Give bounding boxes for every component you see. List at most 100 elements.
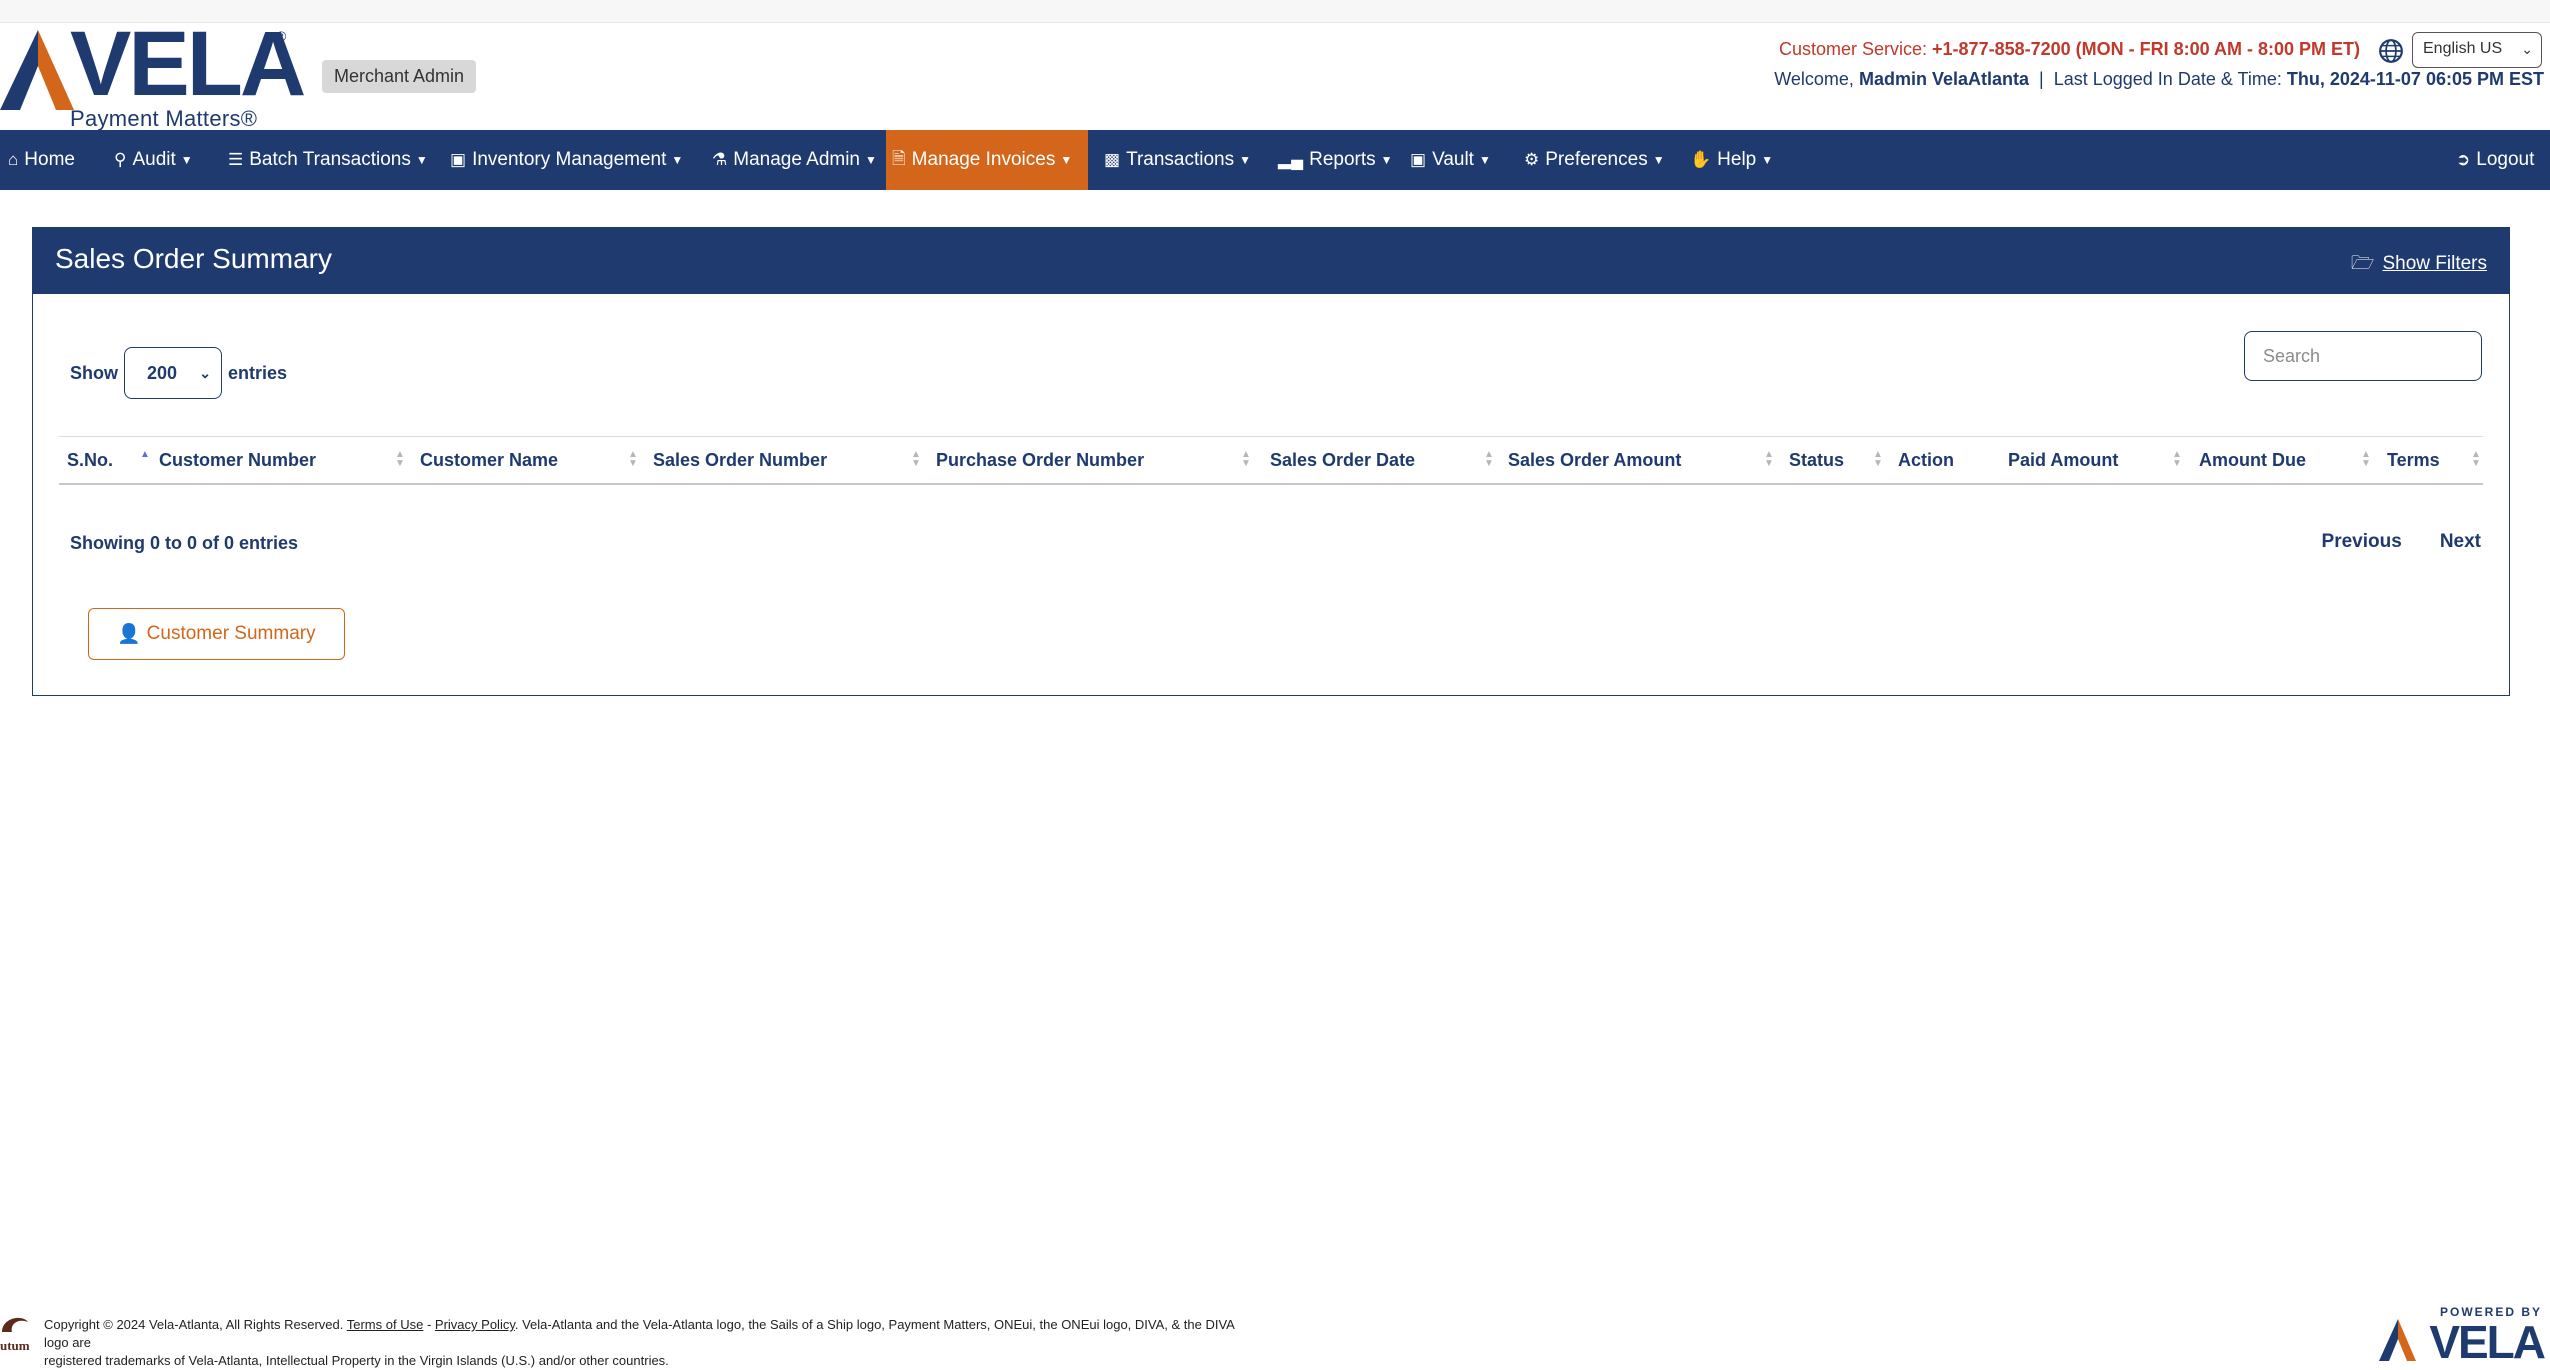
sort-icon: ▲ ▼ bbox=[1241, 449, 1251, 469]
caret-down-icon: ▼ bbox=[180, 153, 193, 167]
previous-button[interactable]: Previous bbox=[2322, 531, 2402, 553]
show-filters-link[interactable]: 🗁 Show Filters bbox=[2351, 249, 2487, 281]
caret-down-icon: ▼ bbox=[1478, 153, 1491, 167]
sort-icon: ▲ ▼ bbox=[911, 449, 921, 469]
sort-icon: ▲ ▼ bbox=[2361, 449, 2371, 469]
column-header-status[interactable]: Status ▲ ▼ bbox=[1789, 437, 1883, 483]
nav-item-audit[interactable]: ⚲ Audit ▼ bbox=[114, 130, 193, 190]
next-button[interactable]: Next bbox=[2440, 531, 2481, 553]
header-separator: | bbox=[2039, 69, 2044, 89]
column-header-label: Action bbox=[1898, 449, 1954, 470]
file-icon: 🗎 bbox=[892, 148, 906, 168]
customer-summary-label: Customer Summary bbox=[146, 623, 316, 644]
nav-item-inventory-management[interactable]: ▣ Inventory Management ▼ bbox=[450, 130, 683, 190]
browser-top-strip bbox=[0, 0, 2550, 23]
nav-item-label: Preferences bbox=[1545, 149, 1648, 170]
column-header-terms[interactable]: Terms ▲ ▼ bbox=[2387, 437, 2481, 483]
panel-header: Sales Order Summary 🗁 Show Filters bbox=[33, 228, 2509, 294]
sort-icon: ▲ ▼ bbox=[1484, 449, 1494, 469]
nav-item-label: Manage Invoices bbox=[911, 149, 1056, 170]
column-header-label: Amount Due bbox=[2199, 449, 2306, 470]
pagination: Previous Next bbox=[2322, 531, 2481, 553]
entries-length-select[interactable]: 200 ⌄ bbox=[124, 347, 222, 399]
caret-down-icon: ▼ bbox=[671, 153, 684, 167]
nav-item-label: Reports bbox=[1309, 149, 1376, 170]
caret-down-icon: ▼ bbox=[865, 153, 877, 167]
main-nav: ⌂ Home ⚲ Audit ▼ ☰ Batch Transactions ▼ … bbox=[0, 130, 2550, 190]
logo-wordmark: VELA bbox=[70, 13, 306, 115]
nav-item-label: Manage Admin bbox=[733, 149, 860, 170]
language-value: English US bbox=[2423, 40, 2503, 57]
column-header-sales-order-number[interactable]: Sales Order Number ▲ ▼ bbox=[653, 437, 921, 483]
show-filters-label: Show Filters bbox=[2382, 253, 2487, 274]
language-select[interactable]: English US ⌄ bbox=[2412, 32, 2542, 68]
column-header-label: Sales Order Number bbox=[653, 449, 828, 470]
nav-item-help[interactable]: ✋ Help ▼ bbox=[1690, 130, 1773, 190]
column-header-label: Terms bbox=[2387, 449, 2440, 470]
last-login-label: Last Logged In Date & Time: bbox=[2053, 69, 2282, 89]
customer-summary-button[interactable]: 👤 Customer Summary bbox=[88, 608, 345, 660]
nav-item-reports[interactable]: ▂▄ Reports ▼ bbox=[1278, 130, 1393, 190]
nav-item-label: Audit bbox=[132, 149, 176, 170]
column-header-customer-name[interactable]: Customer Name ▲ ▼ bbox=[420, 437, 638, 483]
nav-item-manage-invoices[interactable]: 🗎 Manage Invoices ▼ bbox=[886, 130, 1089, 190]
vault-icon: ▣ bbox=[1410, 150, 1427, 169]
table-header-row: S.No. ▲ Customer Number ▲ ▼ Customer Name… bbox=[59, 436, 2483, 485]
column-header-label: Status bbox=[1789, 449, 1845, 470]
logout-icon: ➲ bbox=[2456, 150, 2471, 169]
column-header-label: S.No. bbox=[67, 449, 114, 470]
caret-down-icon: ▼ bbox=[1060, 153, 1073, 167]
gear-icon: ⚙ bbox=[1524, 150, 1540, 169]
column-header-sno[interactable]: S.No. ▲ bbox=[67, 437, 150, 483]
caret-down-icon: ▼ bbox=[415, 153, 428, 167]
trademark-text-2: registered trademarks of Vela-Atlanta, I… bbox=[44, 1353, 669, 1368]
nav-item-label: Vault bbox=[1432, 149, 1474, 170]
customer-service-label: Customer Service: bbox=[1778, 39, 1928, 59]
logout-button[interactable]: ➲ Logout bbox=[2456, 130, 2534, 190]
length-suffix: entries bbox=[228, 362, 288, 383]
column-header-purchase-order-number[interactable]: Purchase Order Number ▲ ▼ bbox=[936, 437, 1251, 483]
copyright-text: Copyright © 2024 Vela-Atlanta, All Right… bbox=[44, 1317, 344, 1332]
nav-item-home[interactable]: ⌂ Home bbox=[8, 130, 75, 190]
length-prefix: Show bbox=[70, 362, 118, 383]
role-badge: Merchant Admin bbox=[322, 60, 477, 93]
powered-by-vela: POWERED BY VELA bbox=[2378, 1305, 2548, 1368]
partner-mark-icon bbox=[2, 1317, 28, 1332]
welcome-label: Welcome, bbox=[1774, 69, 1854, 89]
privacy-policy-link[interactable]: Privacy Policy bbox=[435, 1317, 515, 1332]
column-header-customer-number[interactable]: Customer Number ▲ ▼ bbox=[159, 437, 405, 483]
layers-icon: ☰ bbox=[228, 150, 244, 169]
terms-of-use-link[interactable]: Terms of Use bbox=[347, 1317, 424, 1332]
nav-item-preferences[interactable]: ⚙ Preferences ▼ bbox=[1524, 130, 1665, 190]
chevron-down-icon: ⌄ bbox=[2521, 41, 2533, 57]
partner-logo-text: utum bbox=[0, 1338, 30, 1353]
header: VELA ® Payment Matters® Merchant Admin C… bbox=[0, 18, 2550, 131]
column-header-sales-order-amount[interactable]: Sales Order Amount ▲ ▼ bbox=[1508, 437, 1774, 483]
customer-service-phone[interactable]: +1-877-858-7200 (MON - FRI 8:00 AM - 8:0… bbox=[1932, 39, 2360, 59]
nav-item-label: Home bbox=[24, 149, 75, 170]
column-header-amount-due[interactable]: Amount Due ▲ ▼ bbox=[2199, 437, 2371, 483]
money-icon: ▩ bbox=[1104, 150, 1121, 169]
nav-item-vault[interactable]: ▣ Vault ▼ bbox=[1410, 130, 1491, 190]
logo-tagline: Payment Matters® bbox=[70, 106, 258, 131]
column-header-label: Customer Name bbox=[420, 449, 559, 470]
home-icon: ⌂ bbox=[8, 150, 19, 169]
vela-logo[interactable]: VELA ® Payment Matters® bbox=[0, 18, 306, 131]
column-header-label: Paid Amount bbox=[2008, 449, 2119, 470]
logout-label: Logout bbox=[2476, 149, 2535, 170]
warehouse-icon: ▣ bbox=[450, 150, 467, 169]
entries-length-control: Show 200 ⌄ entries bbox=[70, 347, 287, 399]
nav-item-transactions[interactable]: ▩ Transactions ▼ bbox=[1104, 130, 1251, 190]
column-header-paid-amount[interactable]: Paid Amount ▲ ▼ bbox=[2008, 437, 2182, 483]
column-header-sales-order-date[interactable]: Sales Order Date ▲ ▼ bbox=[1270, 437, 1494, 483]
nav-item-batch-transactions[interactable]: ☰ Batch Transactions ▼ bbox=[228, 130, 428, 190]
table-info: Showing 0 to 0 of 0 entries bbox=[70, 533, 299, 553]
logo-registered-mark: ® bbox=[276, 28, 287, 44]
column-header-action: Action bbox=[1898, 437, 1954, 483]
nav-item-manage-admin[interactable]: ⚗ Manage Admin ▼ bbox=[712, 130, 877, 190]
footer-legal: Copyright © 2024 Vela-Atlanta, All Right… bbox=[44, 1316, 1244, 1370]
column-header-label: Purchase Order Number bbox=[936, 449, 1145, 470]
hand-icon: ✋ bbox=[1690, 150, 1712, 169]
search-input[interactable] bbox=[2244, 331, 2482, 381]
sort-icon: ▲ ▼ bbox=[2471, 449, 2481, 469]
